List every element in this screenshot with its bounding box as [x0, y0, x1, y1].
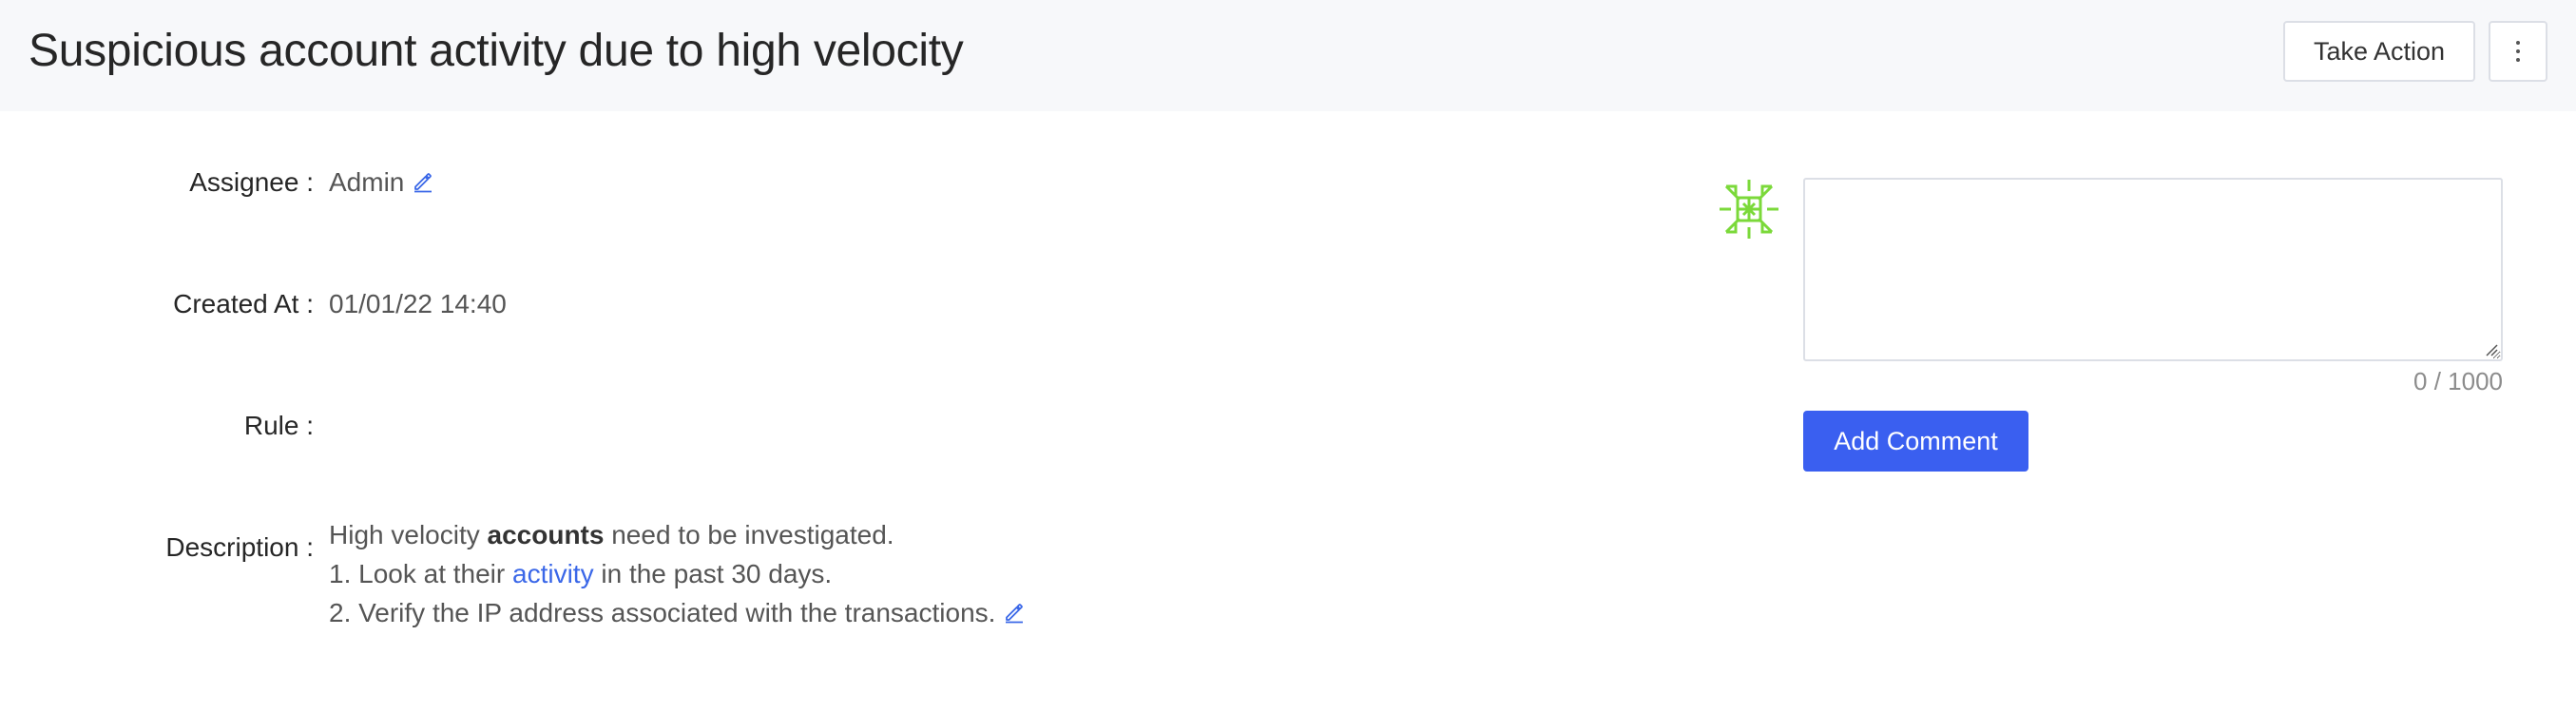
description-label: Description :	[165, 532, 314, 562]
take-action-button[interactable]: Take Action	[2283, 21, 2475, 82]
assignee-label: Assignee :	[189, 167, 314, 197]
comment-input[interactable]	[1803, 178, 2503, 361]
created-at-value: 01/01/22 14:40	[329, 289, 507, 318]
created-at-label: Created At :	[173, 289, 314, 318]
description-line-3: 2. Verify the IP address associated with…	[329, 593, 1026, 634]
green-geometric-logo-icon	[1717, 177, 1781, 241]
add-comment-button[interactable]: Add Comment	[1803, 411, 2028, 472]
description-bold-text: accounts	[487, 520, 605, 549]
character-counter: 0 / 1000	[2413, 367, 2503, 395]
assignee-value: Admin	[329, 167, 405, 197]
description-text: High velocity accounts need to be invest…	[329, 515, 1026, 634]
assignee-value-row: Admin	[329, 167, 434, 200]
pencil-icon[interactable]	[412, 169, 434, 200]
pencil-icon[interactable]	[1003, 595, 1026, 634]
page-title: Suspicious account activity due to high …	[29, 26, 964, 76]
more-options-button[interactable]	[2489, 21, 2547, 82]
kebab-vertical-icon	[2516, 41, 2520, 62]
description-line-1: High velocity accounts need to be invest…	[329, 520, 894, 549]
rule-label: Rule :	[243, 411, 314, 440]
activity-link[interactable]: activity	[512, 559, 594, 588]
description-line-2: 1. Look at their activity in the past 30…	[329, 559, 833, 588]
page-header: Suspicious account activity due to high …	[0, 0, 2576, 111]
resize-grip-icon[interactable]	[2485, 343, 2498, 361]
